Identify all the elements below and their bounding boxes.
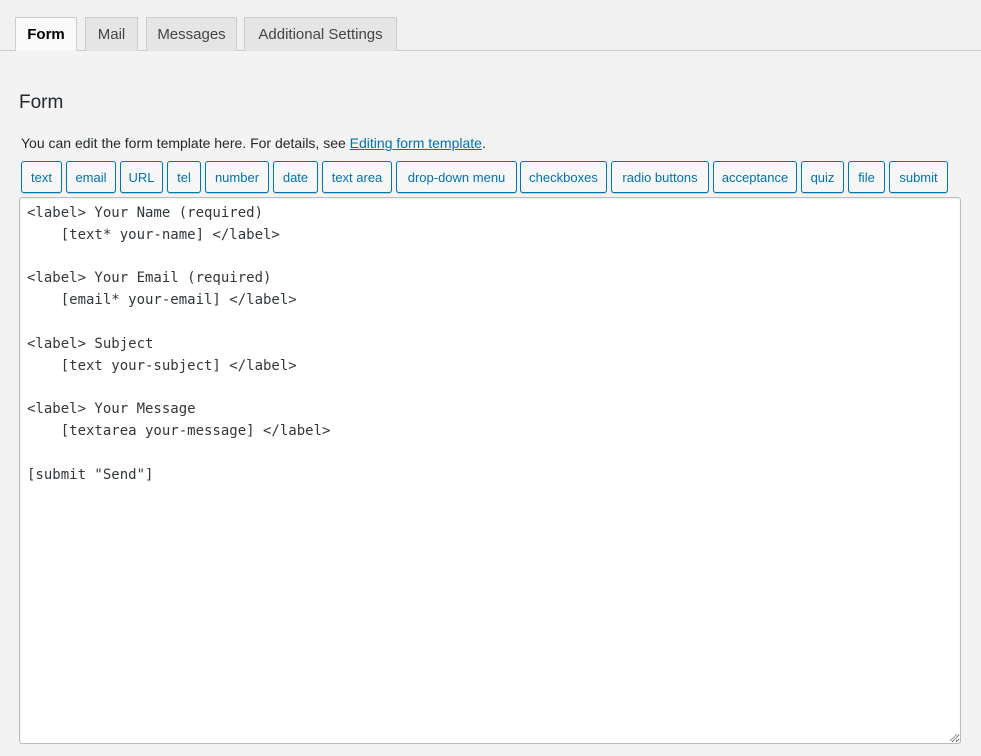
tab-mail[interactable]: Mail bbox=[85, 17, 138, 51]
tag-button-tel[interactable]: tel bbox=[167, 161, 201, 193]
panel-title: Form bbox=[19, 92, 64, 113]
tag-button-acceptance[interactable]: acceptance bbox=[713, 161, 797, 193]
tag-button-text[interactable]: text bbox=[21, 161, 62, 193]
tab-additional-settings[interactable]: Additional Settings bbox=[244, 17, 397, 51]
tag-button-file[interactable]: file bbox=[848, 161, 885, 193]
tag-button-number[interactable]: number bbox=[205, 161, 269, 193]
tag-button-drop-down-menu[interactable]: drop-down menu bbox=[396, 161, 517, 193]
tag-button-checkboxes[interactable]: checkboxes bbox=[520, 161, 607, 193]
tag-button-submit[interactable]: submit bbox=[889, 161, 948, 193]
tab-bar: Form Mail Messages Additional Settings bbox=[0, 0, 981, 52]
description-suffix: . bbox=[481, 135, 486, 151]
editing-form-template-link[interactable]: Editing form template bbox=[350, 135, 482, 151]
form-panel: Form You can edit the form template here… bbox=[0, 51, 981, 756]
tag-button-radio-buttons[interactable]: radio buttons bbox=[611, 161, 709, 193]
tag-button-quiz[interactable]: quiz bbox=[801, 161, 844, 193]
resize-grip-icon[interactable] bbox=[949, 733, 958, 742]
form-template-textarea[interactable] bbox=[19, 197, 961, 744]
tag-button-text-area[interactable]: text area bbox=[322, 161, 392, 193]
tag-button-date[interactable]: date bbox=[273, 161, 318, 193]
tab-messages[interactable]: Messages bbox=[146, 17, 237, 51]
tag-button-url[interactable]: URL bbox=[120, 161, 163, 193]
panel-description: You can edit the form template here. For… bbox=[21, 135, 486, 151]
tab-form[interactable]: Form bbox=[15, 17, 77, 52]
tag-button-email[interactable]: email bbox=[66, 161, 116, 193]
description-text: You can edit the form template here. For… bbox=[21, 135, 350, 151]
